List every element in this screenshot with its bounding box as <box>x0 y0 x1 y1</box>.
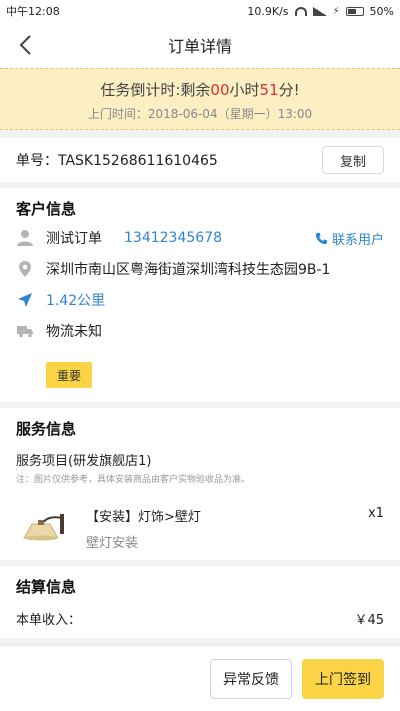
customer-address: 深圳市南山区粤海街道深圳湾科技生态园9B-1 <box>46 262 331 278</box>
income-value: ￥45 <box>354 613 384 628</box>
status-indicators: 10.9K/s ⚡ 50% <box>247 5 394 18</box>
customer-section-title: 客户信息 <box>16 200 77 218</box>
countdown-banner: 任务倒计时:剩余00小时51分! 上门时间：2018-06-04（星期一）13:… <box>0 68 400 130</box>
location-pin-icon <box>16 260 34 278</box>
navigation-arrow-icon <box>16 291 34 309</box>
service-section-title: 服务信息 <box>16 420 77 438</box>
bottom-action-bar: 异常反馈 上门签到 <box>0 645 400 711</box>
logistics-status: 物流未知 <box>46 324 102 340</box>
page-title: 订单详情 <box>167 37 232 56</box>
exception-feedback-button[interactable]: 异常反馈 <box>210 658 292 699</box>
customer-name-row: 测试订单 13412345678 联系用户 <box>16 228 384 248</box>
user-icon <box>16 229 34 247</box>
customer-phone[interactable]: 13412345678 <box>124 230 222 246</box>
income-label: 本单收入： <box>16 613 82 628</box>
countdown-prefix: 任务倒计时:剩余 <box>100 81 211 99</box>
countdown-text: 任务倒计时:剩余00小时51分! <box>0 79 400 100</box>
settlement-section-title: 结算信息 <box>16 578 77 596</box>
logistics-row: 物流未知 <box>16 321 384 341</box>
settlement-card: 结算信息 本单收入： ￥45 <box>0 566 400 638</box>
product-name: 【安装】灯饰>壁灯 <box>86 510 201 525</box>
signal-icon <box>312 6 327 16</box>
wifi-icon <box>294 6 307 16</box>
service-project: 服务项目(研发旗舰店1) <box>16 454 152 469</box>
charging-icon: ⚡ <box>332 5 340 17</box>
service-info-card: 服务信息 服务项目(研发旗舰店1) 注：图片仅供参考，具体安装商品由客户实物验收… <box>0 408 400 560</box>
order-number-row: 单号：TASK15268611610465 复制 <box>0 138 400 182</box>
customer-name: 测试订单 <box>46 231 102 247</box>
contact-user-button[interactable]: 联系用户 <box>315 229 384 248</box>
product-service-type: 壁灯安装 <box>86 536 139 551</box>
top-navbar: 订单详情 <box>0 22 400 68</box>
countdown-minutes-unit: 分! <box>278 81 300 99</box>
phone-icon <box>315 232 328 244</box>
service-note: 注：图片仅供参考，具体安装商品由客户实物验收品为准。 <box>16 475 251 485</box>
product-quantity: x1 <box>368 506 384 521</box>
network-speed: 10.9K/s <box>247 4 289 18</box>
contact-user-label: 联系用户 <box>331 232 384 248</box>
countdown-minutes: 51 <box>259 81 279 99</box>
customer-info-card: 客户信息 测试订单 13412345678 联系用户 深圳市南山区粤海街道深圳湾… <box>0 188 400 402</box>
customer-distance-row: 1.42公里 <box>16 290 384 310</box>
status-bar: 中午12:08 10.9K/s ⚡ 50% <box>0 0 400 22</box>
copy-button[interactable]: 复制 <box>322 146 384 174</box>
check-in-button[interactable]: 上门签到 <box>302 658 384 699</box>
battery-icon <box>345 6 364 16</box>
wall-lamp-image <box>23 514 64 541</box>
order-number: 单号：TASK15268611610465 <box>16 153 218 169</box>
important-tag: 重要 <box>46 362 92 388</box>
truck-icon <box>16 322 34 340</box>
chevron-left-icon <box>19 35 31 55</box>
customer-address-row: 深圳市南山区粤海街道深圳湾科技生态园9B-1 <box>16 259 384 279</box>
visit-time: 上门时间：2018-06-04（星期一）13:00 <box>87 107 313 121</box>
countdown-hours: 00 <box>210 81 230 99</box>
countdown-hours-unit: 小时 <box>229 81 260 99</box>
back-button[interactable] <box>14 32 40 58</box>
status-time: 中午12:08 <box>6 5 60 18</box>
battery-level: 50% <box>369 4 394 18</box>
customer-distance[interactable]: 1.42公里 <box>46 290 105 310</box>
